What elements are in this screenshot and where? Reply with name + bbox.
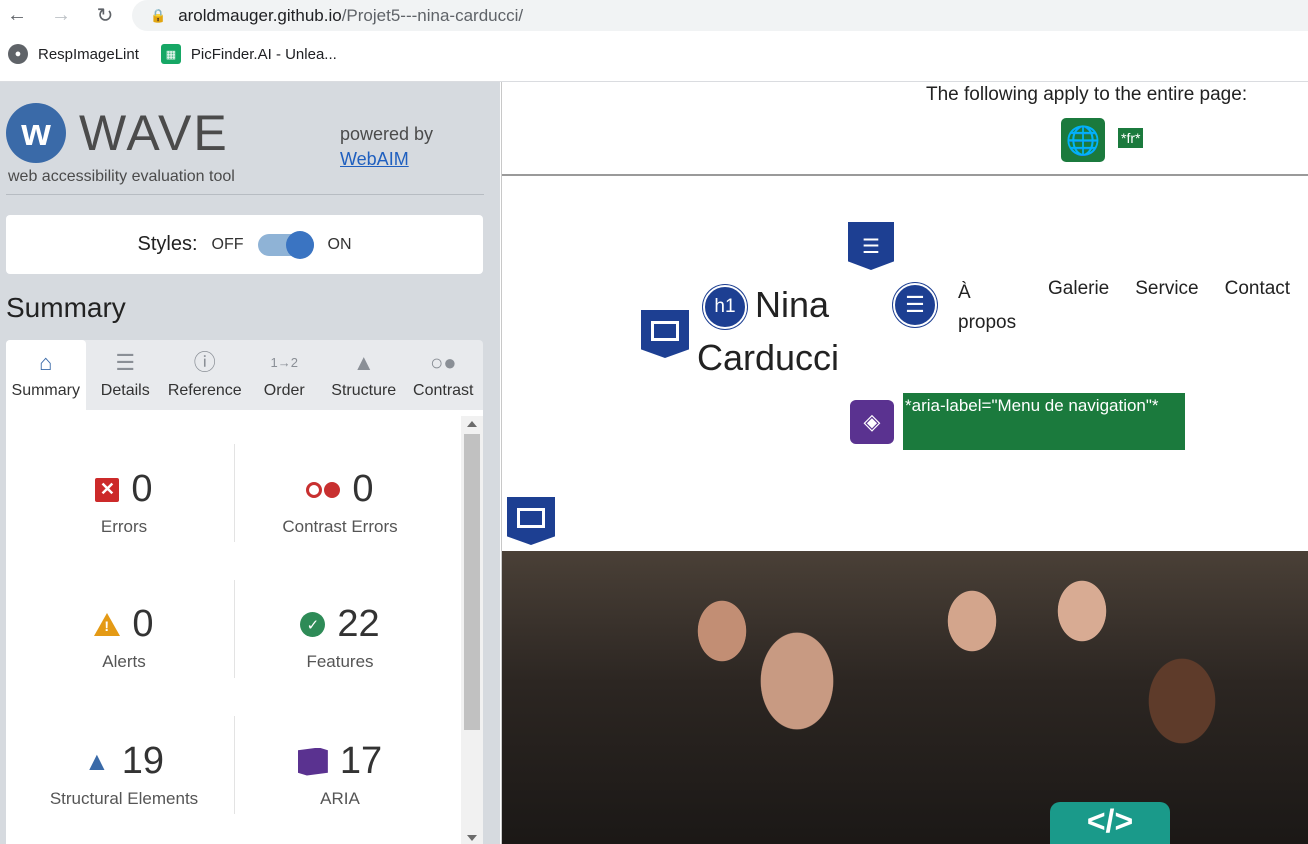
picfinder-icon: ▦ bbox=[160, 44, 181, 64]
stat-aria[interactable]: 17 ARIA bbox=[230, 740, 450, 809]
aria-count: 17 bbox=[339, 740, 383, 782]
tab-label: Order bbox=[263, 382, 305, 399]
tab-order[interactable]: 1→2 Order bbox=[245, 340, 325, 410]
bookmark-picfinder[interactable]: ▦ PicFinder.AI - Unlea... bbox=[160, 44, 337, 64]
features-label: Features bbox=[306, 652, 374, 671]
powered-by: powered by WebAIM bbox=[340, 122, 433, 172]
scroll-thumb[interactable] bbox=[464, 434, 480, 730]
order-icon: 1→2 bbox=[270, 355, 298, 370]
stat-alerts[interactable]: ! 0 Alerts bbox=[14, 603, 234, 672]
alerts-label: Alerts bbox=[102, 652, 146, 671]
wave-tabs: ⌂ Summary ☰ Details ⓘ Reference 1→2 Orde… bbox=[6, 340, 483, 410]
main-nav: À propos Galerie Service Contact bbox=[958, 278, 1290, 338]
contrast-error-icon bbox=[306, 481, 341, 498]
contrast-errors-label: Contrast Errors bbox=[282, 517, 398, 536]
styles-toggle-panel: Styles: OFF ON bbox=[6, 215, 483, 274]
globe-icon[interactable]: 🌐 bbox=[1061, 118, 1105, 162]
summary-heading: Summary bbox=[6, 292, 126, 323]
alert-icon: ! bbox=[94, 613, 121, 636]
tab-label: Reference bbox=[167, 382, 242, 399]
wave-logo: w WAVE web accessibility evaluation tool… bbox=[6, 100, 486, 195]
tab-label: Summary bbox=[11, 382, 80, 399]
wave-logo-word: WAVE bbox=[79, 105, 229, 161]
globe-icon: ● bbox=[8, 44, 28, 64]
errors-count: 0 bbox=[131, 468, 153, 510]
region-icon[interactable] bbox=[641, 310, 689, 358]
webaim-link[interactable]: WebAIM bbox=[340, 149, 409, 169]
scrollbar[interactable] bbox=[461, 416, 483, 844]
styles-toggle[interactable] bbox=[257, 230, 314, 259]
structural-label: Structural Elements bbox=[49, 789, 199, 808]
error-icon: ✕ bbox=[95, 477, 120, 502]
hero-image: </> bbox=[502, 551, 1308, 844]
contrast-errors-count: 0 bbox=[352, 468, 374, 510]
structure-icon: ▲ bbox=[83, 746, 110, 776]
structure-icon: ▲ bbox=[352, 350, 375, 375]
features-count: 22 bbox=[337, 603, 380, 645]
tab-reference[interactable]: ⓘ Reference bbox=[165, 340, 245, 410]
errors-label: Errors bbox=[100, 517, 148, 536]
structural-count: 19 bbox=[121, 740, 164, 782]
reload-icon[interactable]: ↻ bbox=[92, 2, 118, 28]
info-icon: ⓘ bbox=[193, 350, 216, 375]
url-text: aroldmauger.github.io/Projet5---nina-car… bbox=[178, 5, 524, 25]
bookmarks-bar: ● RespImageLint ▦ PicFinder.AI - Unlea..… bbox=[8, 44, 337, 64]
tab-label: Structure bbox=[331, 382, 397, 399]
aria-label-text: ARIA bbox=[320, 789, 360, 808]
unordered-list-icon[interactable]: ☰ bbox=[893, 283, 937, 327]
stat-structural-elements[interactable]: ▲ 19 Structural Elements bbox=[14, 740, 234, 809]
aria-tag-icon[interactable]: ◈ bbox=[850, 400, 894, 444]
lock-icon: 🔒 bbox=[150, 7, 167, 23]
styles-label: Styles: bbox=[137, 233, 198, 255]
nav-link-apropos[interactable]: À propos bbox=[958, 278, 1022, 338]
home-icon: ⌂ bbox=[39, 350, 53, 375]
scroll-up-icon[interactable] bbox=[467, 421, 477, 427]
wave-sidebar: w WAVE web accessibility evaluation tool… bbox=[0, 82, 500, 844]
toggle-off-label: OFF bbox=[211, 235, 244, 253]
stat-features[interactable]: ✓ 22 Features bbox=[230, 603, 450, 672]
page-level-info: The following apply to the entire page: … bbox=[502, 82, 1308, 176]
contrast-icon: ○● bbox=[429, 350, 457, 375]
toggle-knob[interactable] bbox=[285, 230, 314, 259]
browser-chrome: ← → ↻ 🔒 aroldmauger.github.io/Projet5---… bbox=[0, 0, 1308, 82]
bookmark-respimagelint[interactable]: ● RespImageLint bbox=[8, 44, 139, 64]
applies-text: The following apply to the entire page: bbox=[926, 84, 1248, 105]
site-title-line2: Carducci bbox=[697, 337, 840, 378]
stat-errors[interactable]: ✕ 0 Errors bbox=[14, 468, 234, 537]
code-icon[interactable]: </> bbox=[1050, 802, 1170, 844]
feature-icon: ✓ bbox=[300, 612, 326, 637]
aria-icon bbox=[297, 747, 328, 776]
scroll-down-icon[interactable] bbox=[467, 835, 477, 841]
header-region-icon[interactable]: ☰ bbox=[848, 222, 894, 270]
tab-structure[interactable]: ▲ Structure bbox=[324, 340, 404, 410]
language-tag[interactable]: *fr* bbox=[1118, 128, 1144, 148]
forward-arrow-icon[interactable]: → bbox=[48, 2, 74, 28]
back-arrow-icon[interactable]: ← bbox=[4, 2, 30, 28]
site-title-line1: Nina bbox=[755, 284, 830, 325]
tab-details[interactable]: ☰ Details bbox=[86, 340, 166, 410]
aria-label-annotation[interactable]: *aria-label="Menu de navigation"* bbox=[903, 393, 1185, 450]
stat-contrast-errors[interactable]: 0 Contrast Errors bbox=[230, 468, 450, 537]
divider bbox=[6, 194, 484, 195]
wave-logo-subtitle: web accessibility evaluation tool bbox=[8, 168, 235, 185]
summary-panel: ✕ 0 Errors 0 Contrast Errors ! 0 Alerts … bbox=[6, 410, 483, 844]
evaluated-page: The following apply to the entire page: … bbox=[501, 82, 1308, 844]
alerts-count: 0 bbox=[132, 603, 154, 645]
site-title: Nina Carducci bbox=[697, 278, 839, 384]
tab-label: Details bbox=[100, 382, 150, 399]
bookmark-label: RespImageLint bbox=[38, 45, 139, 63]
wave-logo-icon: w bbox=[6, 103, 66, 163]
nav-link-galerie[interactable]: Galerie bbox=[1048, 278, 1109, 338]
tab-summary[interactable]: ⌂ Summary bbox=[6, 340, 86, 410]
address-bar[interactable]: 🔒 aroldmauger.github.io/Projet5---nina-c… bbox=[132, 0, 1308, 31]
nav-link-service[interactable]: Service bbox=[1135, 278, 1198, 338]
tab-contrast[interactable]: ○● Contrast bbox=[404, 340, 484, 410]
bookmark-label: PicFinder.AI - Unlea... bbox=[190, 45, 337, 63]
tab-label: Contrast bbox=[413, 382, 474, 399]
toggle-on-label: ON bbox=[327, 235, 352, 253]
nav-link-contact[interactable]: Contact bbox=[1225, 278, 1290, 338]
list-icon: ☰ bbox=[115, 350, 136, 375]
powered-by-text: powered by bbox=[340, 124, 434, 144]
region-icon[interactable] bbox=[507, 497, 555, 545]
